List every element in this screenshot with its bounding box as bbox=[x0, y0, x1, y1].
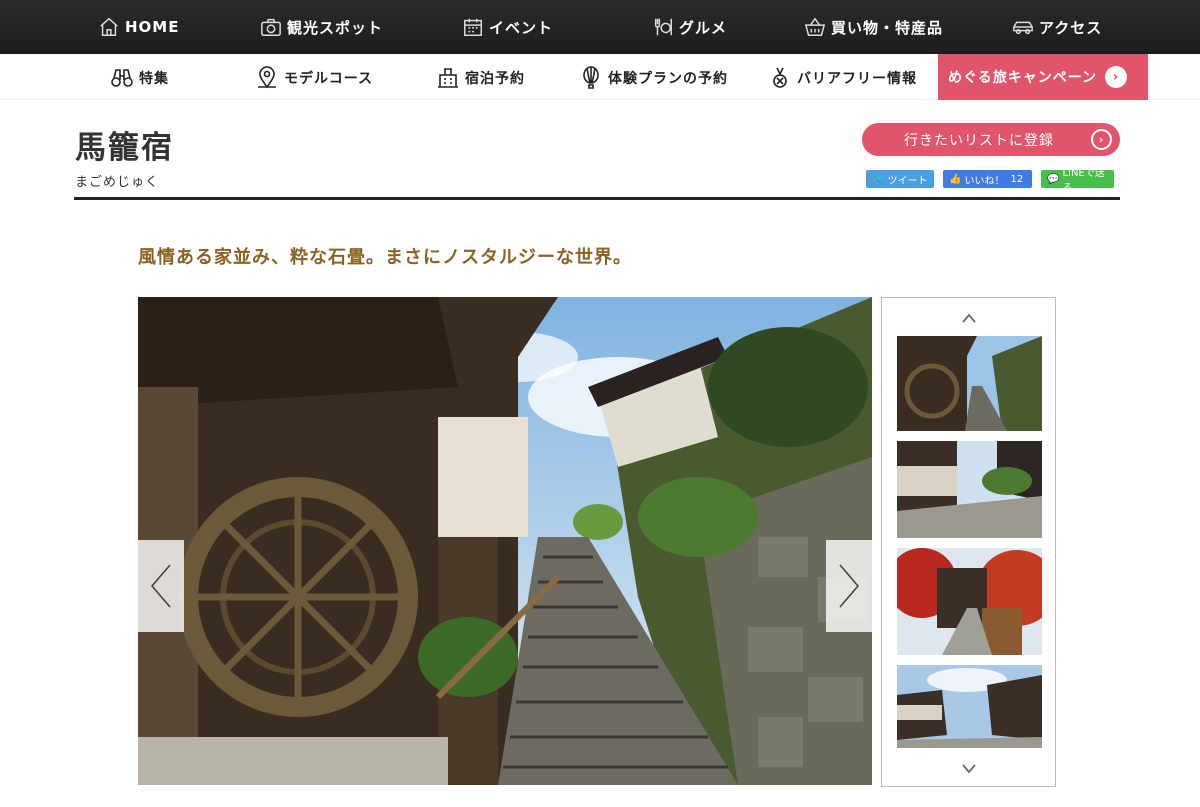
thumbs-up-icon: 👍 bbox=[949, 173, 962, 185]
twitter-bird-icon: 🐦 bbox=[872, 173, 885, 185]
campaign-label: めぐる旅キャンペーン bbox=[948, 70, 1098, 86]
chevron-up-icon bbox=[961, 313, 976, 323]
nav-lodging-label: 宿泊予約 bbox=[465, 71, 525, 87]
calendar-icon bbox=[464, 18, 482, 36]
thumbs-down-button[interactable] bbox=[882, 762, 1055, 774]
nav-model-course-label: モデルコース bbox=[284, 71, 374, 87]
nav-access-label: アクセス bbox=[1039, 18, 1103, 37]
chevron-down-icon bbox=[961, 764, 976, 774]
like-button[interactable]: 👍 いいね！ 12 bbox=[943, 170, 1032, 188]
like-label: いいね！ bbox=[964, 175, 1005, 187]
catchcopy: 風情ある家並み、粋な石畳。まさにノスタルジーな世界。 bbox=[138, 247, 632, 268]
thumbnail-3[interactable] bbox=[897, 548, 1042, 655]
car-icon bbox=[1013, 21, 1033, 35]
page-title-reading: まごめじゅく bbox=[75, 175, 160, 190]
title-divider bbox=[74, 197, 1120, 200]
nav-home[interactable]: HOME bbox=[98, 16, 179, 38]
tweet-button[interactable]: 🐦 ツイート bbox=[866, 170, 934, 188]
nav-events-label: イベント bbox=[489, 18, 554, 37]
wishlist-button[interactable]: 行きたいリストに登録 › bbox=[862, 123, 1120, 156]
medal-icon bbox=[773, 67, 787, 88]
tweet-label: ツイート bbox=[887, 175, 928, 187]
nav-access[interactable]: アクセス bbox=[1012, 16, 1102, 38]
home-icon bbox=[100, 17, 118, 36]
nav-model-course[interactable]: モデルコース bbox=[255, 66, 373, 90]
wishlist-label: 行きたいリストに登録 bbox=[904, 132, 1054, 149]
basket-icon bbox=[804, 17, 826, 36]
page-title: 馬籠宿 bbox=[75, 130, 174, 166]
balloon-icon bbox=[583, 66, 599, 89]
nav-home-label: HOME bbox=[125, 18, 180, 36]
nav-barrier-free-label: バリアフリー情報 bbox=[797, 71, 917, 87]
chevron-left-icon bbox=[150, 564, 171, 608]
nav-shopping-label: 買い物・特産品 bbox=[831, 18, 944, 37]
nav-experience[interactable]: 体験プランの予約 bbox=[579, 66, 728, 90]
nav-spots[interactable]: 観光スポット bbox=[260, 16, 383, 38]
map-pin-icon bbox=[258, 66, 276, 89]
hotel-icon bbox=[438, 68, 458, 88]
prev-slide-button[interactable] bbox=[138, 540, 184, 632]
thumbnail-2[interactable] bbox=[897, 441, 1042, 538]
line-label: LINEで送る bbox=[1062, 168, 1105, 194]
nav-features-label: 特集 bbox=[139, 71, 169, 87]
chevron-right-icon: › bbox=[1105, 66, 1128, 88]
main-photo bbox=[138, 297, 872, 785]
nav-spots-label: 観光スポット bbox=[287, 18, 384, 37]
cutlery-icon bbox=[654, 18, 672, 36]
campaign-button[interactable]: めぐる旅キャンペーン › bbox=[938, 54, 1148, 100]
thumbnail-1[interactable] bbox=[897, 336, 1042, 431]
thumbs-up-button[interactable] bbox=[882, 312, 1055, 324]
nav-gourmet[interactable]: グルメ bbox=[652, 16, 727, 38]
camera-icon bbox=[261, 18, 281, 36]
chevron-right-icon: › bbox=[1091, 129, 1112, 150]
nav-events[interactable]: イベント bbox=[462, 16, 553, 38]
nav-shopping[interactable]: 買い物・特産品 bbox=[804, 16, 943, 38]
nav-experience-label: 体験プランの予約 bbox=[608, 71, 728, 87]
nav-lodging[interactable]: 宿泊予約 bbox=[436, 66, 525, 90]
chevron-right-icon bbox=[839, 564, 860, 608]
next-slide-button[interactable] bbox=[826, 540, 872, 632]
line-logo-icon: 💬 bbox=[1047, 173, 1060, 185]
nav-gourmet-label: グルメ bbox=[679, 18, 728, 37]
binoculars-icon bbox=[111, 69, 133, 87]
nav-features[interactable]: 特集 bbox=[110, 66, 169, 90]
nav-barrier-free[interactable]: バリアフリー情報 bbox=[768, 66, 917, 90]
line-share-button[interactable]: 💬 LINEで送る bbox=[1041, 168, 1114, 194]
top-nav: HOME 観光スポット イベント グルメ 買い物・特産品 アクセス bbox=[0, 0, 1200, 54]
like-count: 12 bbox=[1010, 173, 1024, 185]
thumbnail-strip bbox=[881, 297, 1056, 787]
thumbnail-4[interactable] bbox=[897, 665, 1042, 748]
